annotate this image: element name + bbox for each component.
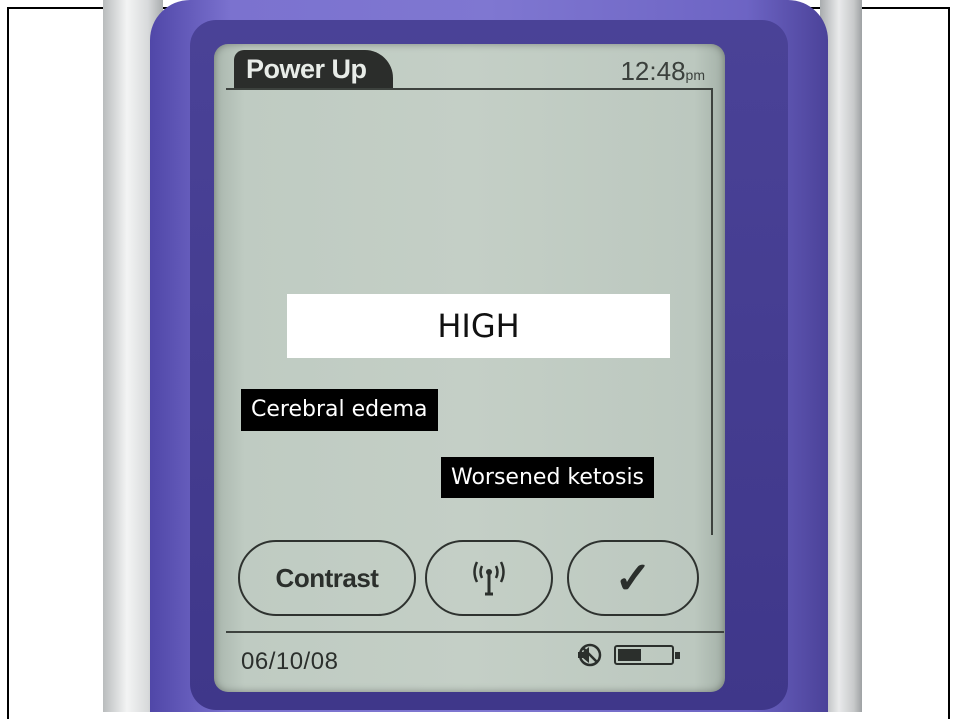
wireless-button[interactable] [425,540,553,616]
status-icons [574,643,680,667]
reading-box: HIGH [287,294,670,358]
confirm-button[interactable]: ✓ [567,540,699,616]
contrast-button[interactable]: Contrast [238,540,416,616]
no-sound-icon [578,643,602,667]
battery-tip [675,652,680,659]
clock-time: 12:48 [620,56,686,86]
header-tab: Power Up [234,50,393,88]
status-date: 06/10/08 [241,648,339,675]
checkmark-icon: ✓ [614,553,652,603]
annotation-worsened-ketosis: Worsened ketosis [441,457,655,498]
content-border [711,88,713,535]
battery-icon [614,645,680,665]
status-divider [226,631,724,633]
clock-suffix: pm [685,67,705,83]
clock: 12:48pm [620,56,705,90]
wireless-antenna-icon [473,561,505,596]
battery-fill [618,649,641,661]
annotation-cerebral-edema: Cerebral edema [241,389,438,431]
header-divider [226,88,713,90]
